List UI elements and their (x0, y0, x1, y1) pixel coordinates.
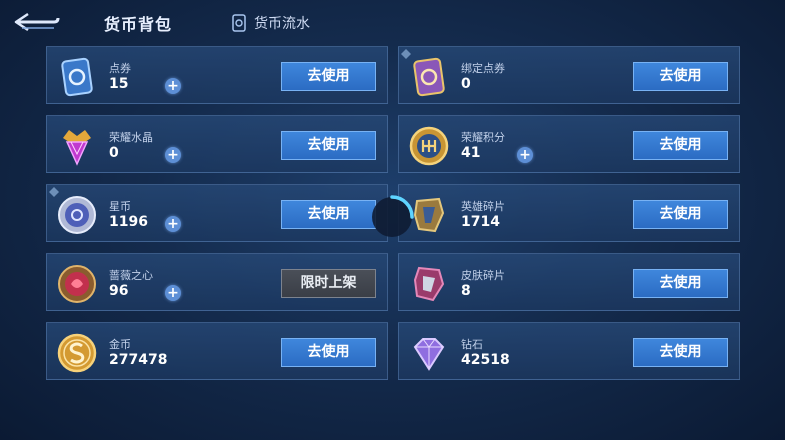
currency-card-skin-fragment: 皮肤碎片 8 去使用 (398, 253, 740, 311)
currency-name: 英雄碎片 (461, 200, 505, 213)
loading-spinner-icon (372, 195, 414, 237)
currency-value: 41 (461, 145, 481, 161)
top-bar: 货币背包 货币流水 (0, 0, 785, 46)
currency-value: 96 (109, 283, 129, 299)
add-button[interactable]: + (165, 216, 181, 232)
currency-name: 钻石 (461, 338, 483, 351)
currency-card-bound-coupon: 绑定点券 0 去使用 (398, 46, 740, 104)
diamond-icon (413, 338, 445, 371)
currency-value: 277478 (109, 352, 168, 368)
currency-name: 荣耀积分 (461, 131, 505, 144)
add-button[interactable]: + (517, 147, 533, 163)
currency-value: 15 (109, 76, 129, 92)
use-button[interactable]: 去使用 (633, 338, 728, 367)
use-button[interactable]: 去使用 (281, 62, 376, 91)
currency-value: 1714 (461, 214, 500, 230)
use-button[interactable]: 去使用 (633, 131, 728, 160)
skin-fragment-icon (413, 266, 445, 302)
currency-value: 0 (109, 145, 119, 161)
back-button[interactable] (14, 9, 60, 35)
add-button[interactable]: + (165, 78, 181, 94)
currency-card-glory-points: 荣耀积分 41 + 去使用 (398, 115, 740, 173)
currency-name: 绑定点券 (461, 62, 505, 75)
currency-flow-label: 货币流水 (254, 16, 310, 32)
currency-name: 金币 (109, 338, 131, 351)
currency-name: 荣耀水晶 (109, 131, 153, 144)
currency-card-star-coin: 星币 1196 + 去使用 (46, 184, 388, 242)
gold-coin-icon (57, 333, 97, 373)
glory-points-icon (409, 126, 449, 166)
currency-flow-icon (232, 14, 246, 32)
star-coin-icon (58, 196, 96, 234)
currency-value: 0 (461, 76, 471, 92)
rose-heart-icon (58, 265, 96, 303)
limited-listing-button: 限时上架 (281, 269, 376, 298)
bound-coupon-icon (413, 57, 445, 97)
page-title: 货币背包 (104, 15, 173, 34)
currency-name: 星币 (109, 200, 131, 213)
currency-card-glory-crystal: 荣耀水晶 0 + 去使用 (46, 115, 388, 173)
currency-value: 42518 (461, 352, 510, 368)
currency-name: 点券 (109, 62, 131, 75)
use-button[interactable]: 去使用 (281, 200, 376, 229)
currency-value: 1196 (109, 214, 148, 230)
glory-crystal-icon (63, 130, 91, 166)
currency-card-gold-coin: 金币 277478 去使用 (46, 322, 388, 380)
currency-card-hero-fragment: 英雄碎片 1714 去使用 (398, 184, 740, 242)
use-button[interactable]: 去使用 (281, 131, 376, 160)
currency-card-coupon: 点券 15 + 去使用 (46, 46, 388, 104)
currency-name: 蔷薇之心 (109, 269, 153, 282)
currency-name: 皮肤碎片 (461, 269, 505, 282)
coupon-icon (61, 57, 93, 97)
currency-card-rose-heart: 蔷薇之心 96 + 限时上架 (46, 253, 388, 311)
currency-card-diamond: 钻石 42518 去使用 (398, 322, 740, 380)
currency-value: 8 (461, 283, 471, 299)
use-button[interactable]: 去使用 (633, 269, 728, 298)
currency-flow-link[interactable]: 货币流水 (232, 12, 310, 34)
use-button[interactable]: 去使用 (633, 62, 728, 91)
back-arrow-icon (14, 12, 60, 32)
add-button[interactable]: + (165, 147, 181, 163)
use-button[interactable]: 去使用 (281, 338, 376, 367)
use-button[interactable]: 去使用 (633, 200, 728, 229)
add-button[interactable]: + (165, 285, 181, 301)
